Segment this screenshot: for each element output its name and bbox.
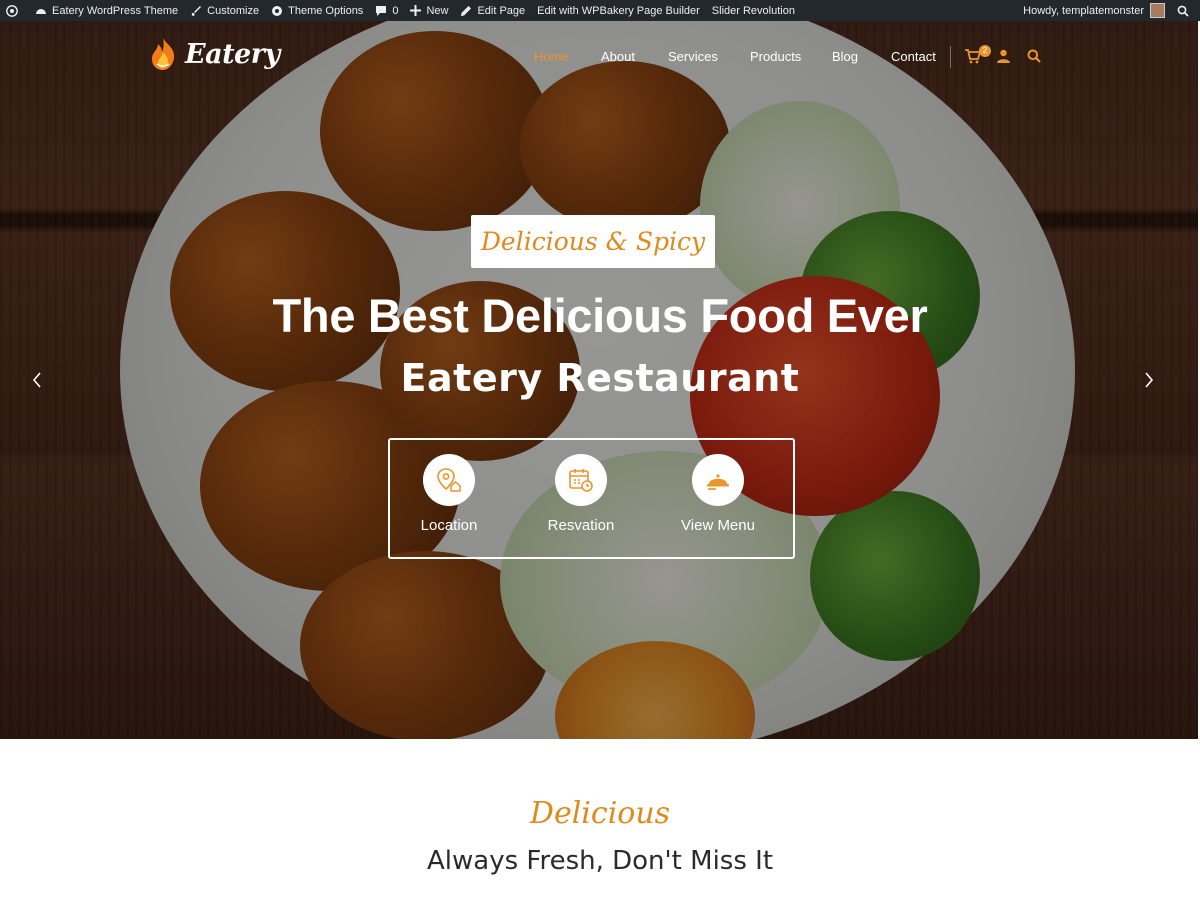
logo-text: Eatery — [185, 38, 280, 70]
wp-logo-item[interactable] — [0, 0, 29, 21]
tagline-text: Delicious & Spicy — [480, 227, 706, 256]
brush-icon — [191, 5, 202, 16]
section-kicker: Delicious — [529, 796, 671, 831]
flame-icon — [152, 38, 175, 70]
tagline-badge: Delicious & Spicy — [471, 215, 715, 268]
wpbakery-link[interactable]: Edit with WPBakery Page Builder — [531, 0, 706, 21]
site-logo[interactable]: Eatery — [145, 36, 280, 72]
edit-page-label: Edit Page — [477, 4, 526, 17]
view-menu-label: View Menu — [681, 517, 755, 534]
location-label: Location — [420, 517, 478, 534]
pencil-icon — [461, 5, 472, 16]
hero-subheadline: Eatery Restaurant — [400, 356, 800, 400]
nav-about[interactable]: About — [601, 49, 635, 64]
nav-blog[interactable]: Blog — [832, 49, 858, 64]
edit-page-link[interactable]: Edit Page — [454, 0, 531, 21]
serving-dish-icon — [707, 474, 729, 490]
nav-home[interactable]: Home — [534, 49, 569, 64]
slider-revolution-label: Slider Revolution — [711, 4, 795, 17]
theme-options-label: Theme Options — [288, 4, 364, 17]
search-icon — [1177, 5, 1189, 17]
reservation-feature[interactable]: Resvation — [511, 454, 651, 534]
wordpress-icon — [6, 4, 18, 17]
customize-label: Customize — [207, 4, 260, 17]
wp-admin-bar: Eatery WordPress Theme Customize Theme O… — [0, 0, 1200, 21]
dashboard-icon — [36, 8, 46, 14]
theme-options-link[interactable]: Theme Options — [265, 0, 369, 21]
chevron-right-icon[interactable] — [1143, 371, 1155, 389]
reservation-icon-circle — [555, 454, 607, 506]
slider-revolution-link[interactable]: Slider Revolution — [706, 0, 801, 21]
wpbakery-label: Edit with WPBakery Page Builder — [537, 4, 700, 17]
section-title: Always Fresh, Don't Miss It — [426, 846, 774, 876]
site-name-link[interactable]: Eatery WordPress Theme — [29, 0, 184, 21]
plus-icon — [410, 5, 422, 16]
hero-headline: The Best Delicious Food Ever — [272, 289, 928, 342]
user-icon[interactable] — [997, 49, 1010, 63]
nav-products[interactable]: Products — [750, 49, 801, 64]
reservation-label: Resvation — [547, 517, 615, 534]
palette-icon — [272, 5, 283, 16]
new-label: New — [426, 4, 449, 17]
account-menu[interactable]: Howdy, templatemonster — [1017, 0, 1171, 21]
cart-icon[interactable] — [965, 49, 980, 64]
view-menu-feature[interactable]: View Menu — [648, 454, 788, 534]
nav-divider — [950, 46, 951, 68]
comment-icon — [376, 5, 387, 16]
howdy-label: Howdy, templatemonster — [1023, 4, 1144, 17]
customize-link[interactable]: Customize — [184, 0, 265, 21]
comments-count: 0 — [392, 4, 399, 17]
nav-services[interactable]: Services — [668, 49, 718, 64]
site-name-label: Eatery WordPress Theme — [52, 4, 179, 17]
admin-search[interactable] — [1171, 0, 1200, 21]
menu-icon-circle — [692, 454, 744, 506]
new-content-link[interactable]: New — [404, 0, 454, 21]
location-icon-circle — [423, 454, 475, 506]
chevron-left-icon[interactable] — [31, 371, 43, 389]
location-pin-icon — [437, 468, 461, 492]
feature-box: Location Resvation View Menu — [388, 438, 795, 559]
calendar-clock-icon — [569, 469, 593, 492]
avatar — [1150, 3, 1165, 18]
location-feature[interactable]: Location — [379, 454, 519, 534]
cart-count-badge: 2 — [979, 45, 991, 57]
nav-contact[interactable]: Contact — [891, 49, 936, 64]
search-icon[interactable] — [1027, 49, 1041, 63]
comments-link[interactable]: 0 — [369, 0, 404, 21]
